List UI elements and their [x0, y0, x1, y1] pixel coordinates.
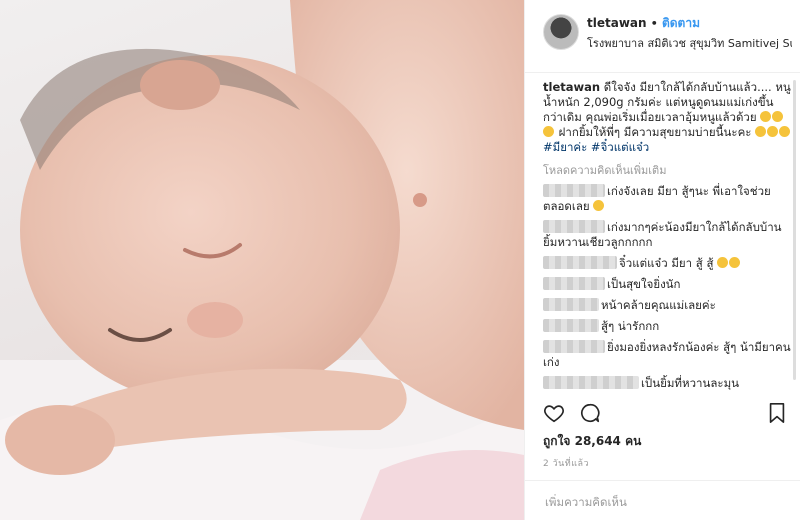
comment-item: เป็นสุขใจยิ่งนัก — [543, 277, 793, 292]
blurred-username — [543, 319, 599, 332]
post-timestamp[interactable]: 2 วันที่แล้ว — [543, 456, 589, 470]
side-panel: tletawan • ติดตาม โรงพยาบาล สมิติเวช สุข… — [524, 0, 800, 520]
blurred-username — [543, 340, 605, 353]
emoji-icon — [760, 111, 772, 122]
comment-item: ยิ่งมองยิ่งหลงรักน้องค่ะ สู้ๆ น้ามียาคนเ… — [543, 340, 793, 370]
blurred-username — [543, 298, 599, 311]
username[interactable]: tletawan — [587, 16, 647, 30]
blurred-username — [543, 376, 639, 389]
follow-button[interactable]: ติดตาม — [662, 16, 700, 30]
heart-icon[interactable] — [543, 402, 565, 428]
blurred-username — [543, 220, 605, 233]
action-bar — [535, 400, 793, 428]
comment-item: เป็นยิ้มที่หวานละมุน — [543, 376, 793, 391]
blurred-username — [543, 277, 605, 290]
caption-hashtags[interactable]: #มียาค่ะ #จิ๋วแต่แจ๋ว — [543, 140, 649, 154]
baby-photo-illustration — [0, 0, 524, 520]
emoji-icon — [772, 111, 784, 122]
comments-list[interactable]: tletawan ดีใจจัง มียาใกล้ได้กลับบ้านแล้ว… — [543, 80, 793, 396]
comment-text: จิ๋วแต่แจ๋ว มียา สู้ สู้ — [619, 256, 714, 270]
caption-username[interactable]: tletawan — [543, 80, 600, 94]
load-more-comments[interactable]: โหลดความคิดเห็นเพิ่มเติม — [543, 163, 793, 178]
header-user-line: tletawan • ติดตาม — [587, 14, 700, 33]
comment-item: หน้าคล้ายคุณแม่เลยค่ะ — [543, 298, 793, 313]
emoji-icon — [767, 126, 779, 137]
post-modal: tletawan • ติดตาม โรงพยาบาล สมิติเวช สุข… — [0, 0, 800, 520]
caption-text-2: ฝากยิ้มให้พี่ๆ มีความสุขยามบ่ายนี้นะคะ — [558, 125, 752, 139]
add-comment-input[interactable] — [543, 494, 777, 510]
blurred-username — [543, 256, 617, 269]
comment-text: หน้าคล้ายคุณแม่เลยค่ะ — [601, 298, 716, 312]
emoji-icon — [593, 200, 605, 211]
emoji-icon — [543, 126, 554, 137]
comment-item: สู้ๆ น่ารักกก — [543, 319, 793, 334]
post-photo[interactable] — [0, 0, 524, 520]
comment-icon[interactable] — [579, 402, 601, 428]
emoji-icon — [779, 126, 791, 137]
avatar[interactable] — [543, 14, 579, 50]
caption: tletawan ดีใจจัง มียาใกล้ได้กลับบ้านแล้ว… — [543, 80, 793, 155]
comments-scrollbar[interactable] — [793, 80, 796, 380]
likes-count[interactable]: ถูกใจ 28,644 คน — [543, 432, 641, 451]
location-link[interactable]: โรงพยาบาล สมิติเวช สุขุมวิท Samitivej Su… — [587, 34, 792, 52]
comment-item: จิ๋วแต่แจ๋ว มียา สู้ สู้ — [543, 256, 793, 271]
comment-item: เก่งจังเลย มียา สู้ๆนะ พี่เอาใจช่วยตลอดเ… — [543, 184, 793, 214]
post-header: tletawan • ติดตาม โรงพยาบาล สมิติเวช สุข… — [525, 0, 800, 73]
emoji-icon — [729, 257, 741, 268]
separator-dot: • — [650, 17, 658, 30]
blurred-username — [543, 184, 605, 197]
comment-text: เป็นยิ้มที่หวานละมุน — [641, 376, 740, 390]
add-comment-bar — [525, 480, 800, 521]
comment-item: เก่งมากๆค่ะน้องมียาใกล้ได้กลับบ้านยิ้มหว… — [543, 220, 793, 250]
comment-text: สู้ๆ น่ารักกก — [601, 319, 660, 333]
emoji-icon — [755, 126, 767, 137]
comment-text: เป็นสุขใจยิ่งนัก — [607, 277, 681, 291]
bookmark-icon[interactable] — [767, 402, 787, 428]
emoji-icon — [717, 257, 729, 268]
